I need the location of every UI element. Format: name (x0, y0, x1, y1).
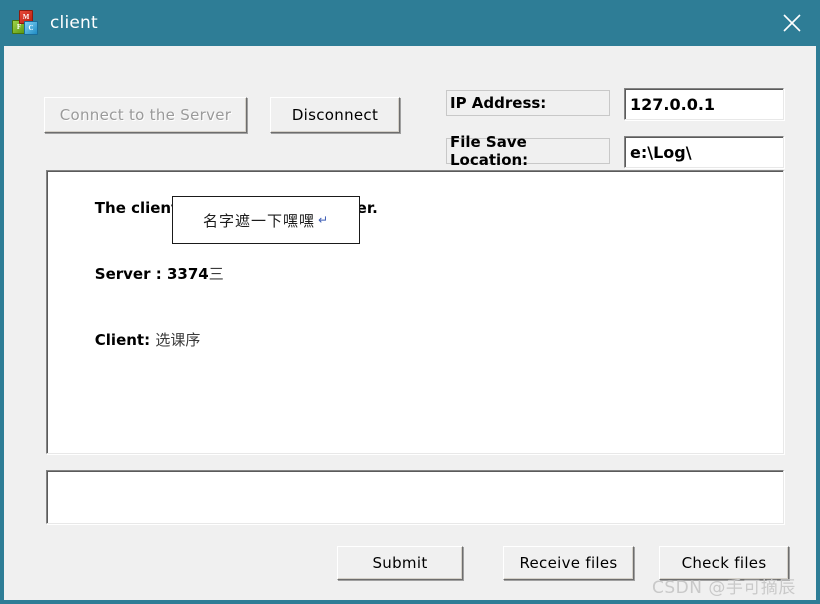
log-line-3-suffix: 选课序 (155, 331, 201, 349)
log-line-3-prefix: Client: (94, 331, 156, 349)
log-line-2-prefix: Server : 3374 (94, 265, 209, 283)
connect-to-server-button[interactable]: Connect to the Server (44, 97, 247, 133)
log-line-2-suffix: 三 (208, 265, 224, 283)
log-line: Client: 选课序 (53, 307, 777, 373)
ip-address-label: IP Address: (446, 90, 610, 116)
annotation-overlay-box: 名字遮一下嘿嘿 ↵ (172, 196, 360, 244)
submit-button[interactable]: Submit (337, 546, 463, 580)
log-output-area[interactable]: The client connects to the server. Serve… (46, 170, 784, 454)
title-bar: F M C client (0, 0, 820, 46)
log-line: The client connects to the server. (53, 175, 777, 241)
window-title: client (50, 13, 98, 33)
file-save-location-label: File Save Location: (446, 133, 610, 169)
client-area: Connect to the Server Disconnect IP Addr… (4, 46, 816, 600)
receive-files-button[interactable]: Receive files (503, 546, 634, 580)
file-save-location-input[interactable]: e:\Log\ (624, 136, 784, 168)
log-line: Server : 3374三 (53, 241, 777, 307)
annotation-text: 名字遮一下嘿嘿 (202, 211, 315, 230)
close-icon[interactable] (764, 0, 820, 46)
ip-address-input[interactable]: 127.0.0.1 (624, 88, 784, 120)
csdn-watermark: CSDN @手可摘辰 (652, 578, 796, 598)
disconnect-button[interactable]: Disconnect (270, 97, 400, 133)
application-window: F M C client Connect to the Server Disco… (0, 0, 820, 604)
message-input[interactable] (46, 470, 784, 524)
paragraph-mark-icon: ↵ (317, 213, 330, 227)
app-cubes-icon: F M C (12, 10, 38, 36)
